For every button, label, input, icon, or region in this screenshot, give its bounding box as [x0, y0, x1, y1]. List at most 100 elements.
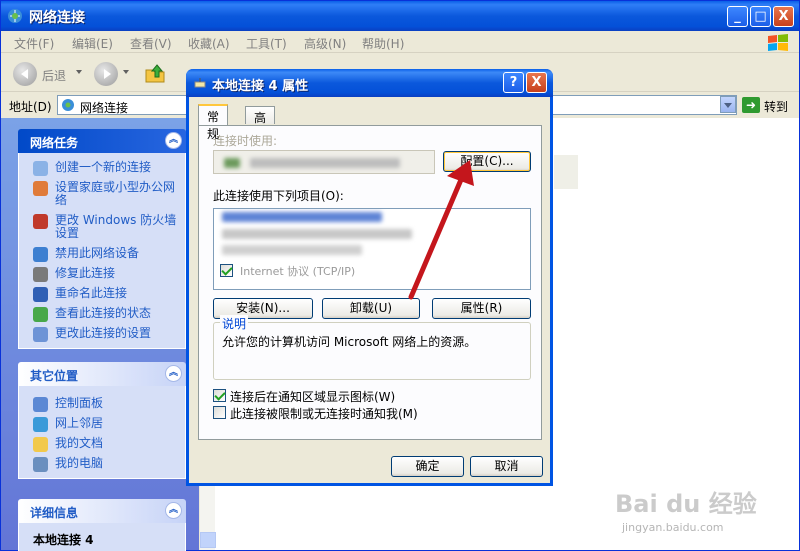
close-button[interactable]: X: [773, 6, 794, 27]
list-item-checkbox[interactable]: [220, 264, 233, 277]
ok-button[interactable]: 确定: [391, 456, 464, 477]
place-my-computer[interactable]: 我的电脑: [27, 456, 185, 472]
task-label: 查看此连接的状态: [55, 306, 152, 320]
address-dropdown-icon[interactable]: [720, 96, 736, 113]
list-item-tcpip[interactable]: Internet 协议 (TCP/IP): [240, 263, 355, 279]
forward-dropdown-icon[interactable]: [123, 70, 129, 77]
place-label: 网上邻居: [55, 416, 104, 430]
properties-dialog: 本地连接 4 属性 ? X 常规 高级 连接时使用: 配置(C)... 此连接使…: [186, 69, 553, 486]
minimize-button[interactable]: _: [727, 6, 748, 27]
network-tasks-panel: 网络任务 ︽ 创建一个新的连接 设置家庭或小型办公网络 更改 Windows 防…: [18, 129, 186, 349]
task-label: 禁用此网络设备: [55, 246, 140, 260]
place-label: 控制面板: [55, 396, 104, 410]
adapter-name-blurred: [250, 158, 400, 168]
go-label[interactable]: 转到: [764, 98, 788, 115]
rename-icon: [33, 287, 48, 302]
network-tasks-header[interactable]: 网络任务 ︽: [18, 129, 186, 153]
task-pane: 网络任务 ︽ 创建一个新的连接 设置家庭或小型办公网络 更改 Windows 防…: [1, 118, 199, 551]
tab-advanced[interactable]: 高级: [245, 106, 276, 142]
control-panel-icon: [33, 397, 48, 412]
menu-advanced[interactable]: 高级(N): [304, 35, 346, 52]
baidu-watermark-logo: Bai du 经验: [615, 490, 757, 518]
details-connection-name: 本地连接 4: [33, 533, 94, 547]
menu-file[interactable]: 文件(F): [14, 35, 54, 52]
collapse-chevron-icon[interactable]: ︽: [165, 132, 182, 149]
disable-device-icon: [33, 247, 48, 262]
address-value: 网络连接: [80, 101, 129, 115]
back-label[interactable]: 后退: [42, 67, 66, 84]
menu-tools[interactable]: 工具(T): [246, 35, 287, 52]
notify-label[interactable]: 此连接被限制或无连接时通知我(M): [230, 405, 418, 422]
network-connections-icon: [8, 9, 22, 23]
dialog-close-button[interactable]: X: [526, 72, 547, 93]
task-label: 修复此连接: [55, 266, 116, 280]
task-label: 更改此连接的设置: [55, 326, 152, 340]
details-body: 本地连接 4: [18, 523, 186, 551]
description-text: 允许您的计算机访问 Microsoft 网络上的资源。: [222, 335, 477, 349]
task-repair-connection[interactable]: 修复此连接: [27, 266, 185, 282]
tab-general[interactable]: 常规: [198, 104, 229, 141]
details-panel: 详细信息 ︽ 本地连接 4: [18, 499, 186, 551]
task-rename-connection[interactable]: 重命名此连接: [27, 286, 185, 302]
network-connections-icon: [62, 99, 74, 111]
settings-icon: [33, 327, 48, 342]
properties-button[interactable]: 属性(R): [432, 298, 531, 319]
network-tasks-title: 网络任务: [30, 136, 79, 150]
adapter-name-box: [213, 150, 435, 174]
place-label: 我的电脑: [55, 456, 104, 470]
other-places-list: 控制面板 网上邻居 我的文档 我的电脑: [18, 386, 186, 479]
my-computer-icon: [33, 457, 48, 472]
other-places-header[interactable]: 其它位置 ︽: [18, 362, 186, 386]
scroll-down-button[interactable]: [200, 532, 216, 548]
task-label: 重命名此连接: [55, 286, 128, 300]
menu-view[interactable]: 查看(V): [130, 35, 172, 52]
watermark-url: jingyan.baidu.com: [622, 521, 724, 534]
address-label: 地址(D): [9, 100, 52, 114]
place-label: 我的文档: [55, 436, 104, 450]
place-my-documents[interactable]: 我的文档: [27, 436, 185, 452]
notify-checkbox[interactable]: [213, 406, 226, 419]
configure-button[interactable]: 配置(C)...: [443, 151, 531, 172]
folder-up-icon[interactable]: [143, 61, 167, 85]
place-network-neighborhood[interactable]: 网上邻居: [27, 416, 185, 432]
menu-edit[interactable]: 编辑(E): [72, 35, 113, 52]
cancel-button[interactable]: 取消: [470, 456, 543, 477]
go-arrow-icon[interactable]: ➜: [742, 97, 760, 113]
details-header[interactable]: 详细信息 ︽: [18, 499, 186, 523]
help-button[interactable]: ?: [503, 72, 524, 93]
connection-item-fragment: [554, 155, 578, 189]
show-icon-label[interactable]: 连接后在通知区域显示图标(W): [230, 388, 395, 405]
task-view-status[interactable]: 查看此连接的状态: [27, 306, 185, 322]
my-documents-icon: [33, 437, 48, 452]
forward-arrow-icon[interactable]: [94, 62, 118, 86]
other-places-panel: 其它位置 ︽ 控制面板 网上邻居 我的文档 我的电脑: [18, 362, 186, 479]
items-label: 此连接使用下列项目(O):: [213, 189, 344, 203]
show-icon-checkbox[interactable]: [213, 389, 226, 402]
collapse-chevron-icon[interactable]: ︽: [165, 365, 182, 382]
menu-help[interactable]: 帮助(H): [362, 35, 404, 52]
dialog-titlebar[interactable]: 本地连接 4 属性 ? X: [186, 69, 553, 97]
task-create-connection[interactable]: 创建一个新的连接: [27, 160, 185, 176]
firewall-icon: [33, 214, 48, 229]
window-titlebar[interactable]: 网络连接 _ □ X: [1, 1, 799, 31]
place-control-panel[interactable]: 控制面板: [27, 396, 185, 412]
description-group: 说明 允许您的计算机访问 Microsoft 网络上的资源。: [213, 315, 531, 380]
dialog-title: 本地连接 4 属性: [212, 79, 309, 94]
menu-bar: 文件(F) 编辑(E) 查看(V) 收藏(A) 工具(T) 高级(N) 帮助(H…: [1, 31, 799, 53]
status-icon: [33, 307, 48, 322]
task-change-settings[interactable]: 更改此连接的设置: [27, 326, 185, 342]
back-arrow-icon[interactable]: [13, 62, 37, 86]
task-label: 创建一个新的连接: [55, 160, 152, 174]
window-title: 网络连接: [29, 10, 85, 26]
maximize-button[interactable]: □: [750, 6, 771, 27]
windows-logo-icon: [768, 34, 788, 51]
task-disable-device[interactable]: 禁用此网络设备: [27, 246, 185, 262]
collapse-chevron-icon[interactable]: ︽: [165, 502, 182, 519]
task-label: 更改 Windows 防火墙设置: [55, 213, 177, 240]
menu-favorites[interactable]: 收藏(A): [188, 35, 230, 52]
components-list[interactable]: Internet 协议 (TCP/IP): [213, 208, 531, 290]
uninstall-button[interactable]: 卸载(U): [322, 298, 420, 319]
task-home-network[interactable]: 设置家庭或小型办公网络: [27, 181, 185, 207]
back-dropdown-icon[interactable]: [76, 70, 82, 77]
task-firewall-settings[interactable]: 更改 Windows 防火墙设置: [27, 214, 185, 240]
